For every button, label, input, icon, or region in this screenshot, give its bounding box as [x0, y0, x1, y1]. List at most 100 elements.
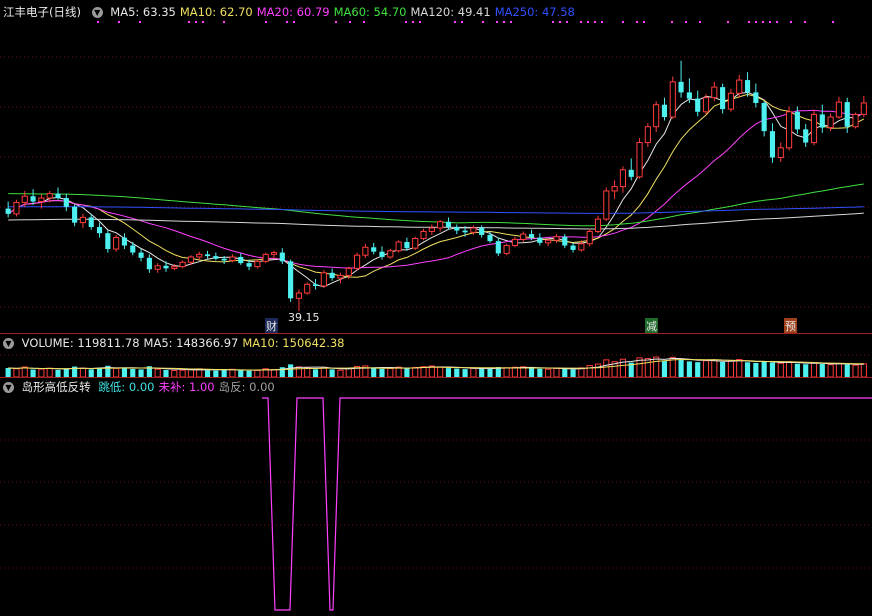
- ma-line-5: [8, 92, 864, 287]
- signal-dot: [832, 21, 834, 23]
- volume-bar: [55, 370, 60, 377]
- marker-yu[interactable]: 预: [784, 318, 797, 334]
- candle-body: [180, 262, 185, 266]
- candle-body: [463, 231, 468, 233]
- candle-body: [22, 196, 27, 202]
- volume-bar: [479, 368, 484, 377]
- ma-legend-item-5: MA250: 47.58: [495, 5, 575, 19]
- candle-body: [504, 246, 509, 254]
- volume-bar: [853, 365, 858, 377]
- volume-bar: [114, 368, 119, 377]
- signal-dot: [790, 21, 792, 23]
- volume-bar: [737, 360, 742, 377]
- signal-dot: [776, 21, 778, 23]
- chevron-down-icon[interactable]: ▼: [3, 338, 14, 349]
- candle-body: [654, 105, 659, 127]
- volume-bar: [795, 364, 800, 377]
- volume-bar: [47, 368, 52, 377]
- signal-dot: [118, 21, 120, 23]
- signal-dot: [601, 21, 603, 23]
- signal-dot: [454, 21, 456, 23]
- candle-body: [629, 170, 634, 177]
- volume-bar: [703, 361, 708, 377]
- candle-body: [271, 253, 276, 255]
- volume-bar: [679, 359, 684, 377]
- candle-body: [554, 237, 559, 241]
- candle-body: [172, 267, 177, 269]
- signal-dot: [748, 21, 750, 23]
- volume-bar: [313, 369, 318, 377]
- candle-body: [230, 257, 235, 261]
- volume-bar: [80, 368, 85, 377]
- signal-dot: [510, 21, 512, 23]
- volume-bar: [712, 360, 717, 377]
- signal-dot: [594, 21, 596, 23]
- signal-dot: [139, 21, 141, 23]
- volume-bar: [446, 368, 451, 377]
- candle-body: [396, 242, 401, 251]
- candle-body: [55, 194, 60, 198]
- volume-bar: [271, 370, 276, 377]
- signal-dot: [482, 21, 484, 23]
- volume-bar: [753, 363, 758, 377]
- signal-dot: [363, 21, 365, 23]
- signal-dot: [636, 21, 638, 23]
- candle-body: [130, 246, 135, 253]
- ma-legend-item-2: MA20: 60.79: [257, 5, 330, 19]
- candle-body: [39, 198, 44, 202]
- vol-legend-item-1: MA5: 148366.97: [144, 336, 239, 350]
- volume-bar: [861, 364, 866, 377]
- candle-body: [645, 127, 650, 143]
- candle-body: [97, 227, 102, 233]
- volume-bar: [163, 370, 168, 377]
- signal-dot: [587, 21, 589, 23]
- candle-body: [845, 102, 850, 127]
- signal-dot: [461, 21, 463, 23]
- volume-legend-items: VOLUME: 119811.78 MA5: 148366.97 MA10: 150…: [22, 336, 349, 350]
- candle-body: [670, 82, 675, 117]
- volume-bar: [778, 363, 783, 377]
- candle-body: [546, 240, 551, 243]
- volume-bar: [238, 370, 243, 377]
- volume-bar: [820, 364, 825, 377]
- volume-bar: [463, 369, 468, 377]
- volume-bar: [371, 368, 376, 377]
- volume-bar: [379, 369, 384, 377]
- candle-body: [604, 191, 609, 219]
- candle-body: [296, 293, 301, 298]
- signal-dot: [349, 21, 351, 23]
- ma-legend-item-4: MA120: 49.41: [410, 5, 490, 19]
- candle-body: [213, 256, 218, 259]
- volume-bar: [595, 364, 600, 377]
- candle-body: [330, 273, 335, 278]
- candle-body: [687, 92, 692, 98]
- volume-bar: [845, 364, 850, 377]
- volume-bar: [155, 369, 160, 377]
- volume-bar: [803, 364, 808, 377]
- volume-bar: [770, 362, 775, 377]
- candle-body: [346, 268, 351, 275]
- volume-bar: [787, 362, 792, 377]
- volume-bar: [546, 369, 551, 377]
- candle-body: [496, 241, 501, 253]
- volume-bar: [205, 370, 210, 377]
- candle-body: [679, 82, 684, 93]
- volume-bar: [654, 357, 659, 377]
- candle-body: [770, 131, 775, 157]
- volume-bar: [6, 368, 11, 377]
- chevron-down-icon[interactable]: ▼: [3, 382, 14, 393]
- candle-body: [355, 255, 360, 268]
- indicator-legend-items: 跳低: 0.00 未补: 1.00 岛反: 0.00: [98, 380, 278, 394]
- candle-body: [712, 87, 717, 98]
- signal-dot: [202, 21, 204, 23]
- marker-cai[interactable]: 财: [265, 318, 278, 334]
- candle-body: [105, 233, 110, 249]
- chevron-down-icon[interactable]: ▼: [92, 7, 103, 18]
- low-price-label: 39.15: [288, 311, 320, 324]
- candle-body: [163, 266, 168, 269]
- candle-body: [205, 254, 210, 256]
- volume-bar: [562, 369, 567, 377]
- candle-body: [446, 222, 451, 227]
- marker-jian[interactable]: 减: [645, 318, 658, 334]
- candle-body: [695, 99, 700, 112]
